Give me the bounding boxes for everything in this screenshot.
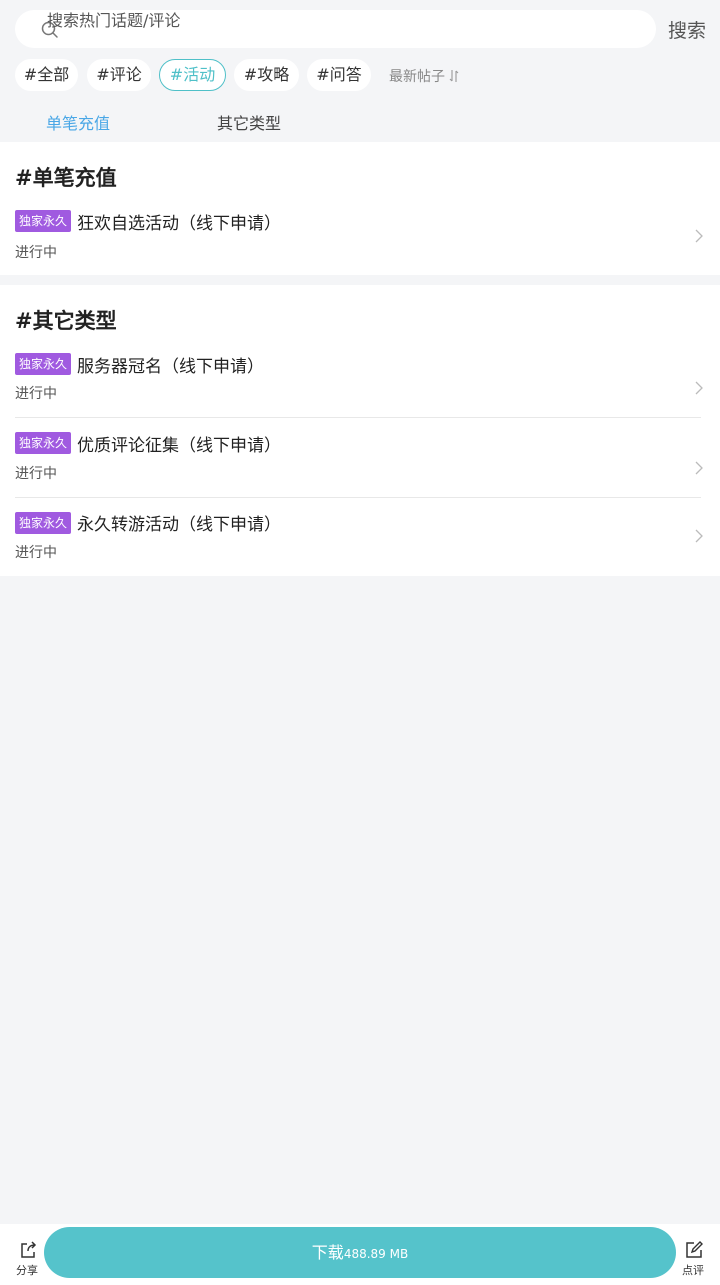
exclusive-badge: 独家永久 [15, 210, 71, 232]
edit-icon [686, 1241, 703, 1258]
item-status: 进行中 [15, 466, 57, 482]
item-title: 服务器冠名（线下申请） [77, 357, 264, 377]
sort-label: 最新帖子 [389, 69, 445, 85]
section-title: #单笔充值 [15, 166, 117, 190]
item-title: 永久转游活动（线下申请） [77, 515, 281, 535]
exclusive-badge: 独家永久 [15, 432, 71, 454]
divider [15, 417, 701, 418]
share-icon [21, 1241, 37, 1258]
item-status: 进行中 [15, 545, 57, 561]
download-button[interactable]: 下载488.89 MB [44, 1227, 676, 1278]
list-item[interactable]: 独家永久 优质评论征集（线下申请） 进行中 [0, 428, 720, 496]
tag-chip-review[interactable]: #评论 [87, 59, 151, 91]
item-status: 进行中 [15, 245, 57, 261]
tag-chip-qa[interactable]: #问答 [307, 59, 371, 91]
search-button[interactable]: 搜索 [664, 16, 710, 42]
list-item[interactable]: 独家永久 服务器冠名（线下申请） 进行中 [0, 349, 720, 417]
search-bar: 搜索 [0, 0, 720, 58]
search-input[interactable] [47, 8, 607, 32]
item-status: 进行中 [15, 386, 57, 402]
tab-single-recharge[interactable]: 单笔充值 [46, 110, 110, 134]
section-title: #其它类型 [15, 309, 117, 333]
item-title: 狂欢自选活动（线下申请） [77, 214, 281, 234]
section-card-other-types: #其它类型 独家永久 服务器冠名（线下申请） 进行中 独家永久 优质评论征集（线… [0, 285, 720, 576]
divider [15, 497, 701, 498]
item-title: 优质评论征集（线下申请） [77, 436, 281, 456]
share-label: 分享 [16, 1264, 38, 1277]
review-label: 点评 [682, 1264, 704, 1277]
chevron-right-icon [695, 529, 703, 543]
list-item[interactable]: 独家永久 永久转游活动（线下申请） 进行中 [0, 507, 720, 575]
tag-chip-activity[interactable]: #活动 [159, 59, 226, 91]
download-label: 下载 [311, 1243, 344, 1262]
sort-toggle[interactable]: 最新帖子 [389, 66, 459, 86]
activity-page: 搜索 #全部 #评论 #活动 #攻略 #问答 最新帖子 单笔充值 其它类型 #单… [0, 0, 720, 1285]
tab-other-types[interactable]: 其它类型 [217, 110, 281, 134]
exclusive-badge: 独家永久 [15, 353, 71, 375]
sort-arrows-icon [450, 70, 459, 82]
download-size: 488.89 MB [343, 1247, 409, 1261]
share-button[interactable]: 分享 [12, 1238, 42, 1278]
tag-chip-guide[interactable]: #攻略 [234, 59, 299, 91]
chevron-right-icon [695, 229, 703, 243]
section-card-single-recharge: #单笔充值 独家永久 狂欢自选活动（线下申请） 进行中 [0, 142, 720, 275]
list-item[interactable]: 独家永久 狂欢自选活动（线下申请） 进行中 [0, 206, 720, 272]
exclusive-badge: 独家永久 [15, 512, 71, 534]
tag-chip-all[interactable]: #全部 [15, 59, 78, 91]
chevron-right-icon [695, 461, 703, 475]
review-button[interactable]: 点评 [678, 1238, 708, 1278]
chevron-right-icon [695, 381, 703, 395]
